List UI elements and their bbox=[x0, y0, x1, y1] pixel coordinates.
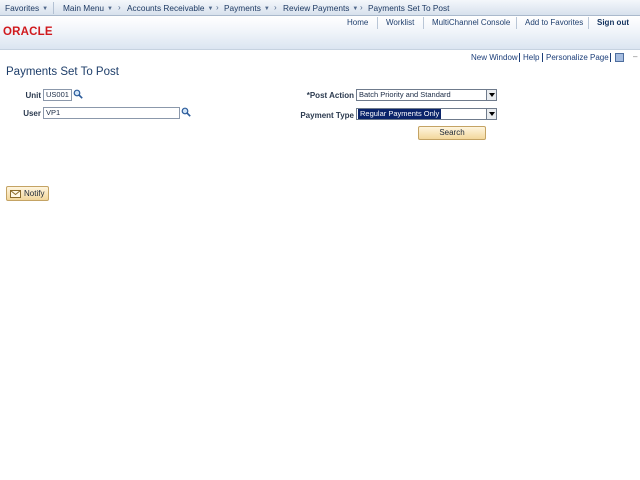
unit-field[interactable]: US001 bbox=[43, 89, 72, 101]
notify-label: Notify bbox=[24, 189, 45, 198]
pagebar-dash: – bbox=[633, 52, 638, 61]
user-label: User bbox=[23, 109, 41, 118]
personalize-page-link[interactable]: Personalize Page bbox=[546, 53, 609, 62]
breadcrumb-review-payments[interactable]: Review Payments ▼ bbox=[283, 0, 358, 16]
oracle-logo: ORACLE bbox=[3, 26, 53, 38]
header-divider bbox=[423, 17, 424, 29]
worklist-link[interactable]: Worklist bbox=[386, 17, 414, 29]
payment-type-select[interactable]: Regular Payments Only bbox=[356, 108, 497, 120]
chevron-down-icon: ▼ bbox=[263, 6, 270, 12]
chevron-down-icon: ▼ bbox=[352, 6, 359, 12]
help-link[interactable]: Help bbox=[523, 53, 539, 62]
user-lookup-search-icon[interactable] bbox=[181, 107, 191, 117]
page-options-icon[interactable] bbox=[615, 53, 624, 62]
breadcrumb-label: Accounts Receivable bbox=[127, 3, 205, 13]
header-divider bbox=[588, 17, 589, 29]
breadcrumb-chevron-icon: › bbox=[216, 3, 219, 12]
breadcrumb-current-page: Payments Set To Post bbox=[368, 0, 449, 16]
breadcrumb-chevron-icon: › bbox=[118, 3, 121, 12]
post-action-value: Batch Priority and Standard bbox=[359, 90, 451, 99]
favorites-label: Favorites bbox=[5, 3, 40, 13]
unit-label: Unit bbox=[25, 91, 41, 100]
chevron-down-icon: ▼ bbox=[107, 6, 113, 12]
payment-type-value: Regular Payments Only bbox=[358, 109, 442, 119]
sign-out-link[interactable]: Sign out bbox=[597, 17, 629, 29]
post-action-label: *Post Action bbox=[306, 91, 354, 100]
notify-button[interactable]: Notify bbox=[6, 186, 49, 201]
dropdown-arrow-icon[interactable] bbox=[486, 90, 496, 100]
pagebar-divider bbox=[610, 53, 611, 62]
new-window-link[interactable]: New Window bbox=[471, 53, 518, 62]
header-divider bbox=[516, 17, 517, 29]
breadcrumb-chevron-icon: › bbox=[360, 3, 363, 12]
breadcrumb-payments[interactable]: Payments ▼ bbox=[224, 0, 270, 16]
top-menu-bar: Favorites ▼ Main Menu ▼ › Accounts Receiva… bbox=[0, 0, 640, 16]
menu-divider bbox=[53, 2, 54, 14]
header-divider bbox=[377, 17, 378, 29]
main-menu[interactable]: Main Menu ▼ bbox=[63, 0, 113, 16]
user-field[interactable]: VP1 bbox=[43, 107, 180, 119]
post-action-select[interactable]: Batch Priority and Standard bbox=[356, 89, 497, 101]
search-button[interactable]: Search bbox=[418, 126, 486, 140]
envelope-icon bbox=[10, 190, 21, 198]
home-link[interactable]: Home bbox=[347, 17, 368, 29]
breadcrumb-label: Payments bbox=[224, 3, 261, 13]
pagebar-divider bbox=[542, 53, 543, 62]
main-menu-label: Main Menu bbox=[63, 3, 105, 13]
unit-lookup-search-icon[interactable] bbox=[73, 89, 83, 99]
chevron-down-icon: ▼ bbox=[42, 6, 49, 12]
breadcrumb-accounts-receivable[interactable]: Accounts Receivable ▼ bbox=[127, 0, 213, 16]
payment-type-label: Payment Type bbox=[300, 111, 354, 120]
multichannel-console-link[interactable]: MultiChannel Console bbox=[432, 17, 510, 29]
breadcrumb-label: Payments Set To Post bbox=[368, 3, 450, 13]
page-title: Payments Set To Post bbox=[6, 66, 119, 78]
chevron-down-icon: ▼ bbox=[207, 6, 214, 12]
breadcrumb-chevron-icon: › bbox=[274, 3, 277, 12]
dropdown-arrow-icon[interactable] bbox=[486, 109, 496, 119]
favorites-menu[interactable]: Favorites ▼ bbox=[5, 0, 48, 16]
breadcrumb-label: Review Payments bbox=[283, 3, 350, 13]
pagebar-divider bbox=[519, 53, 520, 62]
add-to-favorites-link[interactable]: Add to Favorites bbox=[525, 17, 583, 29]
